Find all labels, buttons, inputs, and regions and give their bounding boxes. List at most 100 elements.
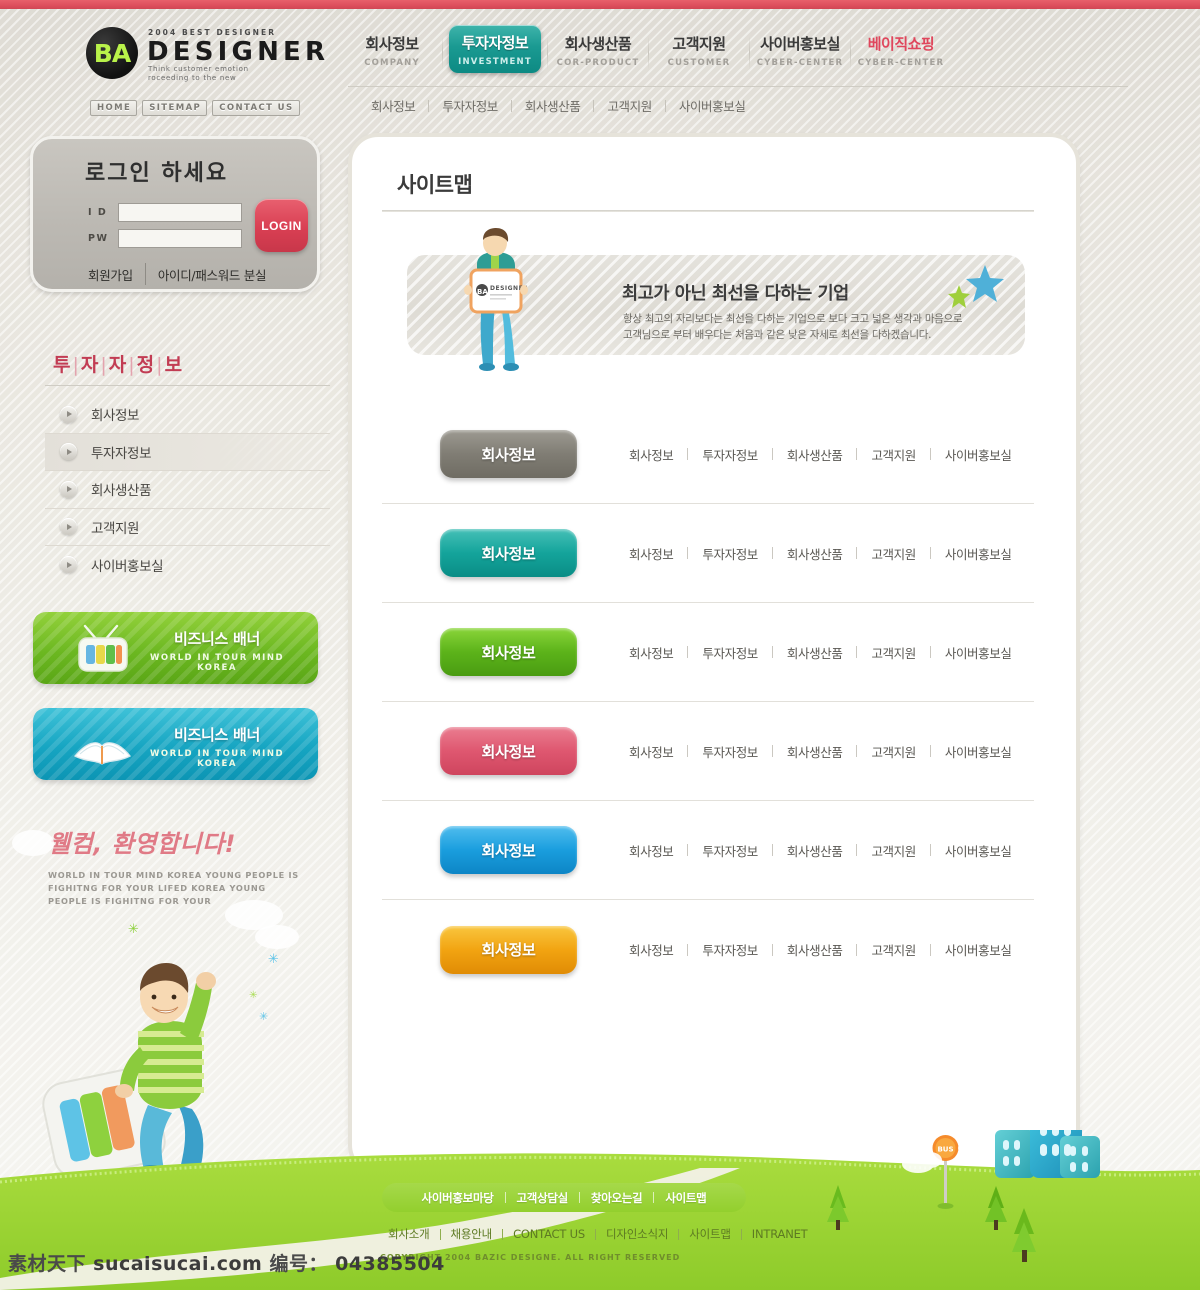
site-logo[interactable]: BA 2004 BEST DESIGNER DESIGNER Think cus… — [86, 24, 336, 82]
sitemap-category-button-4[interactable]: 회사정보 — [440, 727, 577, 775]
sitemap-category-button-1[interactable]: 회사정보 — [440, 430, 577, 478]
find-id-password-link[interactable]: 아이디/패스워드 분실 — [158, 265, 267, 284]
sitemap-link[interactable]: 투자자정보 — [688, 445, 772, 464]
footer2-link-contact-us[interactable]: CONTACT US — [503, 1227, 595, 1241]
subnav-item-1[interactable]: 투자자정보 — [429, 96, 511, 115]
arrow-circle-icon — [60, 518, 77, 536]
subnav-item-2[interactable]: 회사생산품 — [512, 96, 594, 115]
sitemap-link[interactable]: 회사생산품 — [773, 544, 857, 563]
sidebar-item-customer[interactable]: 고객지원 — [45, 509, 330, 546]
table-row: 회사정보 회사정보 투자자정보 회사생산품 고객지원 사이버홍보실 — [382, 900, 1034, 999]
footer-link-customer-center[interactable]: 고객상담실 — [506, 1190, 579, 1206]
nav-item-cyber-center[interactable]: 사이버홍보실 CYBER-CENTER — [756, 28, 844, 68]
arrow-circle-icon — [60, 556, 77, 574]
top-accent-strip — [0, 0, 1200, 9]
nav-item-cor-product[interactable]: 회사생산품 COR-PRODUCT — [554, 28, 642, 68]
business-banner-tv[interactable]: 비즈니스 배너 WORLD IN TOUR MIND KOREA — [33, 612, 318, 684]
sitemap-link[interactable]: 회사정보 — [615, 544, 687, 563]
subnav-item-4[interactable]: 사이버홍보실 — [666, 96, 759, 115]
footer2-link-recruit[interactable]: 채용안내 — [441, 1226, 503, 1242]
sitemap-category-button-2[interactable]: 회사정보 — [440, 529, 577, 577]
stock-watermark: 素材天下 sucaisucai.com 编号： 04385504 — [8, 1249, 445, 1276]
subnav-item-3[interactable]: 고객지원 — [594, 96, 664, 115]
sitemap-link[interactable]: 투자자정보 — [688, 940, 772, 959]
footer2-link-intranet[interactable]: INTRANET — [742, 1227, 818, 1241]
sitemap-link[interactable]: 고객지원 — [857, 940, 929, 959]
footer2-link-about[interactable]: 회사소개 — [378, 1226, 440, 1242]
welcome-line3: PEOPLE IS FIGHITNG FOR YOUR — [48, 896, 212, 906]
sitemap-link[interactable]: 회사생산품 — [773, 841, 857, 860]
login-id-input[interactable] — [118, 203, 242, 222]
sitemap-link[interactable]: 고객지원 — [857, 445, 929, 464]
table-row: 회사정보 회사정보 투자자정보 회사생산품 고객지원 사이버홍보실 — [382, 801, 1034, 900]
sitemap-link[interactable]: 사이버홍보실 — [931, 643, 1026, 662]
banner-title: 비즈니스 배너 — [174, 726, 260, 744]
footer2-link-sitemap[interactable]: 사이트맵 — [679, 1226, 741, 1242]
sitemap-link[interactable]: 고객지원 — [857, 841, 929, 860]
sidebar-item-company[interactable]: 회사정보 — [45, 396, 330, 434]
sitemap-category-button-3[interactable]: 회사정보 — [440, 628, 577, 676]
logo-badge: BA — [86, 27, 138, 79]
sitemap-category-button-6[interactable]: 회사정보 — [440, 925, 577, 974]
sitemap-links-4: 회사정보 투자자정보 회사생산품 고객지원 사이버홍보실 — [615, 742, 1025, 761]
footer-link-cyber-plaza[interactable]: 사이버홍보마당 — [411, 1190, 505, 1206]
watermark-label: 编号： — [269, 1253, 328, 1275]
login-pw-input[interactable] — [118, 229, 242, 248]
sitemap-link[interactable]: 고객지원 — [857, 544, 929, 563]
sitemap-link[interactable]: 회사생산품 — [773, 445, 857, 464]
sitemap-link[interactable]: 사이버홍보실 — [931, 940, 1026, 959]
nav-item-customer[interactable]: 고객지원 CUSTOMER — [655, 28, 743, 68]
sitemap-link[interactable]: 회사정보 — [615, 445, 687, 464]
welcome-title: 웰컴, 환영합니다! — [48, 830, 236, 858]
nav-label-kr: 회사정보 — [365, 35, 419, 53]
welcome-line2: FIGHITNG FOR YOUR LIFED KOREA YOUNG — [48, 883, 266, 893]
sitemap-link[interactable]: 사이버홍보실 — [931, 445, 1026, 464]
page-title: 사이트맵 — [397, 173, 473, 197]
footer2-link-newsletter[interactable]: 디자인소식지 — [596, 1226, 678, 1242]
mininav-contact-us[interactable]: CONTACT US — [212, 100, 300, 116]
sitemap-link[interactable]: 고객지원 — [857, 742, 929, 761]
mininav-home[interactable]: HOME — [90, 100, 138, 116]
nav-item-basic-shopping[interactable]: 베이직쇼핑 CYBER-CENTER — [857, 28, 945, 68]
subnav-item-0[interactable]: 회사정보 — [358, 96, 428, 115]
sidebar-item-cyber-center[interactable]: 사이버홍보실 — [45, 546, 330, 584]
businessman-placard-illustration: BA DESIGNER — [464, 228, 528, 371]
login-button[interactable]: LOGIN — [255, 199, 308, 252]
footer-link-sitemap[interactable]: 사이트맵 — [654, 1190, 717, 1206]
watermark-site: sucaisucai.com — [93, 1253, 263, 1275]
nav-label-en: COMPANY — [364, 58, 420, 68]
sidebar-item-cor-product[interactable]: 회사생산품 — [45, 471, 330, 509]
footer-link-directions[interactable]: 찾아오는길 — [580, 1190, 653, 1206]
sitemap-link[interactable]: 회사생산품 — [773, 742, 857, 761]
book-icon — [73, 742, 131, 765]
main-navigation: 회사정보 COMPANY 투자자정보 INVESTMENT 회사생산품 COR-… — [348, 25, 945, 78]
nav-label-kr: 베이직쇼핑 — [867, 35, 935, 53]
nav-item-investment[interactable]: 투자자정보 INVESTMENT — [449, 25, 541, 73]
login-links: 회원가입 아이디/패스워드 분실 — [88, 263, 267, 285]
sitemap-link[interactable]: 투자자정보 — [688, 643, 772, 662]
nav-label-en: COR-PRODUCT — [556, 58, 640, 68]
business-banner-book[interactable]: 비즈니스 배너 WORLD IN TOUR MIND KOREA — [33, 708, 318, 780]
nav-divider — [749, 36, 750, 70]
sitemap-link[interactable]: 투자자정보 — [688, 544, 772, 563]
mininav-sitemap[interactable]: SITEMAP — [142, 100, 208, 116]
sitemap-link[interactable]: 회사정보 — [615, 742, 687, 761]
sitemap-link[interactable]: 회사정보 — [615, 841, 687, 860]
nav-item-company[interactable]: 회사정보 COMPANY — [348, 28, 436, 68]
sitemap-link[interactable]: 사이버홍보실 — [931, 742, 1026, 761]
sidebar-item-label: 투자자정보 — [91, 445, 152, 462]
sidebar-item-investment[interactable]: 투자자정보 — [45, 433, 330, 471]
sitemap-link[interactable]: 고객지원 — [857, 643, 929, 662]
sitemap-link[interactable]: 회사정보 — [615, 643, 687, 662]
sitemap-category-button-5[interactable]: 회사정보 — [440, 826, 577, 874]
sitemap-link[interactable]: 투자자정보 — [688, 841, 772, 860]
sitemap-link[interactable]: 사이버홍보실 — [931, 841, 1026, 860]
signup-link[interactable]: 회원가입 — [88, 265, 133, 284]
sitemap-links-3: 회사정보 투자자정보 회사생산품 고객지원 사이버홍보실 — [615, 643, 1025, 662]
hero-body: 항상 최고의 자리보다는 최선을 다하는 기업으로 보다 크고 넓은 생각과 마… — [623, 311, 963, 343]
sitemap-link[interactable]: 회사생산품 — [773, 940, 857, 959]
sitemap-link[interactable]: 투자자정보 — [688, 742, 772, 761]
sitemap-link[interactable]: 사이버홍보실 — [931, 544, 1026, 563]
sitemap-link[interactable]: 회사정보 — [615, 940, 687, 959]
sitemap-link[interactable]: 회사생산품 — [773, 643, 857, 662]
